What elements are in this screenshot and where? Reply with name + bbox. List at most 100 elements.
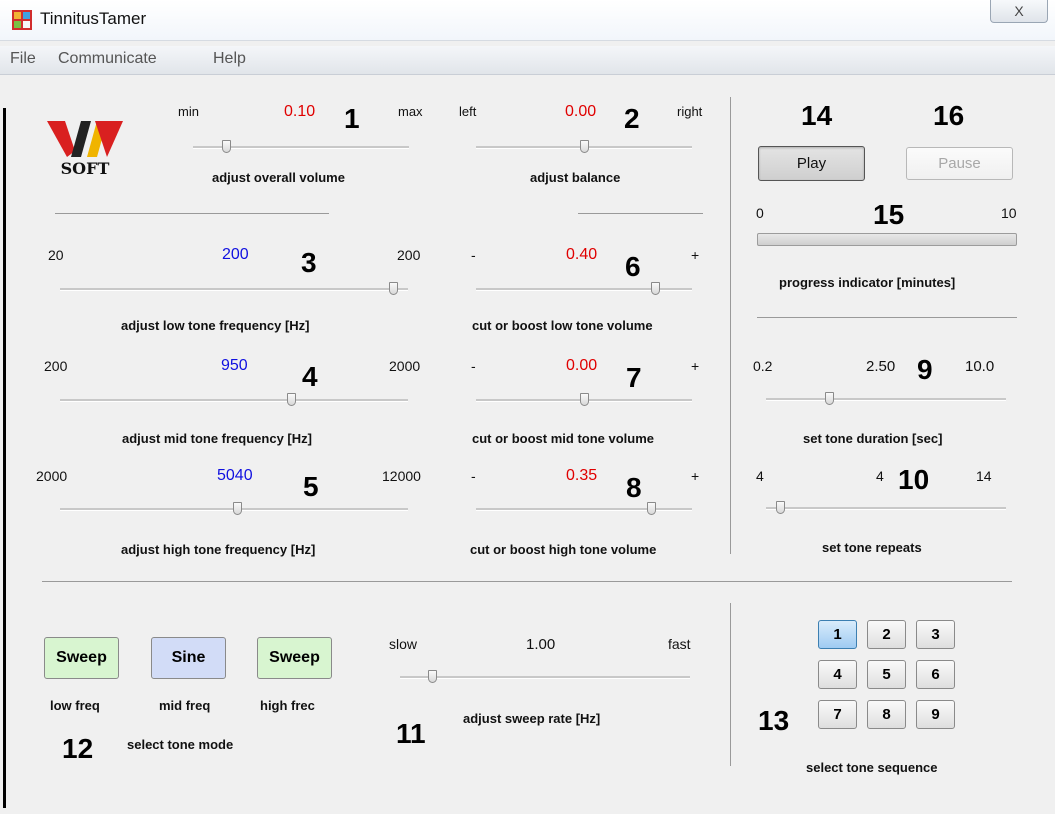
- mid-freq-value: 950: [221, 357, 248, 374]
- high-freq-slider[interactable]: [60, 502, 408, 516]
- repeats-value: 4: [876, 468, 884, 484]
- mid-freq-slider-thumb[interactable]: [287, 393, 296, 406]
- sweep-slow-label: slow: [389, 636, 418, 652]
- window-left-edge: [3, 108, 6, 808]
- mid-freq-slider[interactable]: [60, 393, 408, 407]
- low-freq-max-label: 200: [397, 247, 421, 263]
- mid-freq-max-label: 2000: [389, 358, 421, 374]
- mid-vol-slider-thumb[interactable]: [580, 393, 589, 406]
- sweep-value: 1.00: [526, 636, 556, 653]
- repeats-caption: set tone repeats: [822, 540, 922, 555]
- low-vol-value: 0.40: [566, 246, 598, 263]
- low-freq-mode-label: low freq: [50, 698, 100, 713]
- sequence-button-3[interactable]: 3: [916, 620, 955, 649]
- repeats-min-label: 4: [756, 468, 764, 484]
- duration-number: 9: [917, 354, 933, 385]
- progress-min-label: 0: [756, 205, 764, 221]
- low-freq-number: 3: [301, 247, 317, 278]
- low-vol-minus: -: [471, 247, 476, 263]
- sequence-button-2[interactable]: 2: [867, 620, 906, 649]
- high-vol-minus: -: [471, 468, 476, 484]
- high-vol-plus: +: [691, 468, 700, 484]
- low-freq-value: 200: [222, 246, 249, 263]
- sequence-button-1[interactable]: 1: [818, 620, 857, 649]
- progress-max-label: 10: [1001, 205, 1017, 221]
- sequence-button-8[interactable]: 8: [867, 700, 906, 729]
- high-freq-value: 5040: [217, 467, 253, 484]
- mid-freq-number: 4: [302, 361, 318, 392]
- divider: [42, 581, 1012, 582]
- balance-caption: adjust balance: [530, 170, 621, 185]
- low-vol-slider[interactable]: [476, 282, 692, 296]
- sequence-number: 13: [758, 705, 790, 736]
- low-freq-slider[interactable]: [60, 282, 408, 296]
- menu-bar: File Communicate Help: [0, 46, 1055, 75]
- vertical-divider: [730, 603, 731, 766]
- volume-value: 0.10: [284, 103, 316, 120]
- progress-caption: progress indicator [minutes]: [779, 275, 956, 290]
- vertical-divider: [730, 97, 731, 554]
- pause-button[interactable]: Pause: [906, 147, 1013, 180]
- menu-help[interactable]: Help: [213, 50, 246, 68]
- volume-caption: adjust overall volume: [212, 170, 345, 185]
- duration-min-label: 0.2: [753, 358, 773, 374]
- tone-mode-number: 12: [62, 733, 94, 764]
- duration-slider-thumb[interactable]: [825, 392, 834, 405]
- divider: [578, 213, 703, 214]
- high-vol-slider[interactable]: [476, 502, 692, 516]
- low-vol-slider-thumb[interactable]: [651, 282, 660, 295]
- play-number: 14: [801, 100, 833, 131]
- balance-value: 0.00: [565, 103, 597, 120]
- sequence-caption: select tone sequence: [806, 760, 938, 775]
- balance-slider[interactable]: [476, 140, 692, 154]
- mid-freq-min-label: 200: [44, 358, 68, 374]
- balance-slider-thumb[interactable]: [580, 140, 589, 153]
- repeats-number: 10: [898, 464, 930, 495]
- sweep-fast-label: fast: [668, 636, 691, 652]
- play-button[interactable]: Play: [758, 146, 865, 181]
- sequence-button-5[interactable]: 5: [867, 660, 906, 689]
- menu-communicate[interactable]: Communicate: [58, 50, 157, 68]
- mid-vol-plus: +: [691, 358, 700, 374]
- tone-sequence-grid: 123 456 789: [818, 620, 962, 732]
- high-freq-slider-thumb[interactable]: [233, 502, 242, 515]
- mid-vol-minus: -: [471, 358, 476, 374]
- title-bar: TinnitusTamer X: [0, 0, 1055, 41]
- high-vol-slider-thumb[interactable]: [647, 502, 656, 515]
- mid-freq-mode-label: mid freq: [159, 698, 211, 713]
- window-title: TinnitusTamer: [40, 9, 147, 28]
- divider: [55, 213, 329, 214]
- tone-mode-caption: select tone mode: [127, 737, 234, 752]
- menu-file[interactable]: File: [10, 50, 36, 68]
- high-freq-mode-button[interactable]: Sweep: [257, 637, 332, 679]
- progress-number: 15: [873, 199, 905, 230]
- high-freq-caption: adjust high tone frequency [Hz]: [121, 542, 316, 557]
- volume-slider[interactable]: [193, 140, 409, 154]
- duration-slider[interactable]: [766, 392, 1006, 406]
- low-vol-caption: cut or boost low tone volume: [472, 318, 653, 333]
- sequence-button-6[interactable]: 6: [916, 660, 955, 689]
- sequence-button-7[interactable]: 7: [818, 700, 857, 729]
- low-freq-caption: adjust low tone frequency [Hz]: [121, 318, 310, 333]
- volume-max-label: max: [398, 104, 423, 119]
- divider: [757, 317, 1017, 318]
- svg-text:SOFT: SOFT: [61, 159, 110, 177]
- low-freq-min-label: 20: [48, 247, 64, 263]
- low-freq-slider-thumb[interactable]: [389, 282, 398, 295]
- sweep-slider-thumb[interactable]: [428, 670, 437, 683]
- progress-bar: [757, 233, 1017, 246]
- mid-vol-slider[interactable]: [476, 393, 692, 407]
- repeats-slider-thumb[interactable]: [776, 501, 785, 514]
- close-icon: X: [1014, 3, 1024, 19]
- sequence-button-4[interactable]: 4: [818, 660, 857, 689]
- close-button[interactable]: X: [990, 0, 1048, 23]
- app-icon: [12, 10, 32, 30]
- low-freq-mode-button[interactable]: Sweep: [44, 637, 119, 679]
- repeats-max-label: 14: [976, 468, 992, 484]
- volume-slider-thumb[interactable]: [222, 140, 231, 153]
- sweep-slider[interactable]: [400, 670, 690, 684]
- mid-vol-value: 0.00: [566, 357, 598, 374]
- repeats-slider[interactable]: [766, 501, 1006, 515]
- mid-freq-mode-button[interactable]: Sine: [151, 637, 226, 679]
- sequence-button-9[interactable]: 9: [916, 700, 955, 729]
